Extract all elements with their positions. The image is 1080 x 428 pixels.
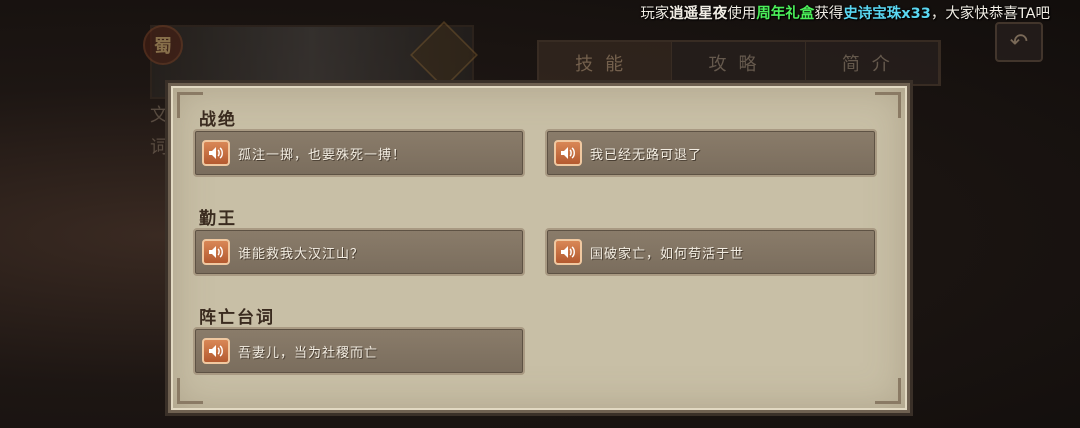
- background-side-text: 文 词: [150, 105, 168, 158]
- corner-ornament: [177, 378, 203, 404]
- tab-intro[interactable]: 简介: [806, 42, 939, 84]
- section-title-qinwang: 勤王: [199, 209, 237, 229]
- banner-reward: 史诗宝珠x33: [843, 6, 931, 22]
- voice-line-text: 孤注一掷，也要殊死一搏！: [238, 147, 407, 163]
- faction-seal: 蜀: [143, 25, 183, 65]
- voice-line-button[interactable]: 国破家亡，如何苟活于世: [545, 228, 877, 276]
- speaker-icon: [554, 140, 582, 166]
- speaker-icon: [202, 338, 230, 364]
- voice-line-text: 吾妻儿，当为社稷而亡: [238, 345, 379, 361]
- back-button[interactable]: ↶: [995, 22, 1043, 62]
- voice-lines-dialog: 战绝 孤注一掷，也要殊死一搏！ 我已经无路可退了 勤王 谁能救我大汉江山？ 国破…: [168, 83, 910, 413]
- section-title-zhanjue: 战绝: [199, 110, 237, 130]
- info-tabbar: 技能 攻略 简介: [537, 40, 941, 86]
- section-title-death-line: 阵亡台词: [199, 308, 275, 328]
- voice-line-button[interactable]: 我已经无路可退了: [545, 129, 877, 177]
- speaker-icon: [202, 140, 230, 166]
- banner-player-name: 逍遥星夜: [669, 6, 728, 22]
- voice-line-button[interactable]: 吾妻儿，当为社稷而亡: [193, 327, 525, 375]
- corner-ornament: [875, 378, 901, 404]
- announcement-banner: 玩家逍遥星夜使用周年礼盒获得史诗宝珠x33，大家快恭喜TA吧: [640, 6, 1050, 22]
- back-arrow-icon: ↶: [1009, 29, 1029, 55]
- voice-line-text: 我已经无路可退了: [590, 147, 703, 163]
- voice-line-text: 国破家亡，如何苟活于世: [590, 246, 745, 262]
- speaker-icon: [554, 239, 582, 265]
- corner-ornament: [875, 92, 901, 118]
- voice-line-button[interactable]: 孤注一掷，也要殊死一搏！: [193, 129, 525, 177]
- voice-line-text: 谁能救我大汉江山？: [238, 246, 365, 262]
- tab-strategy[interactable]: 攻略: [672, 42, 806, 84]
- voice-line-button[interactable]: 谁能救我大汉江山？: [193, 228, 525, 276]
- tab-skills[interactable]: 技能: [539, 42, 673, 84]
- banner-item-name: 周年礼盒: [756, 6, 815, 22]
- speaker-icon: [202, 239, 230, 265]
